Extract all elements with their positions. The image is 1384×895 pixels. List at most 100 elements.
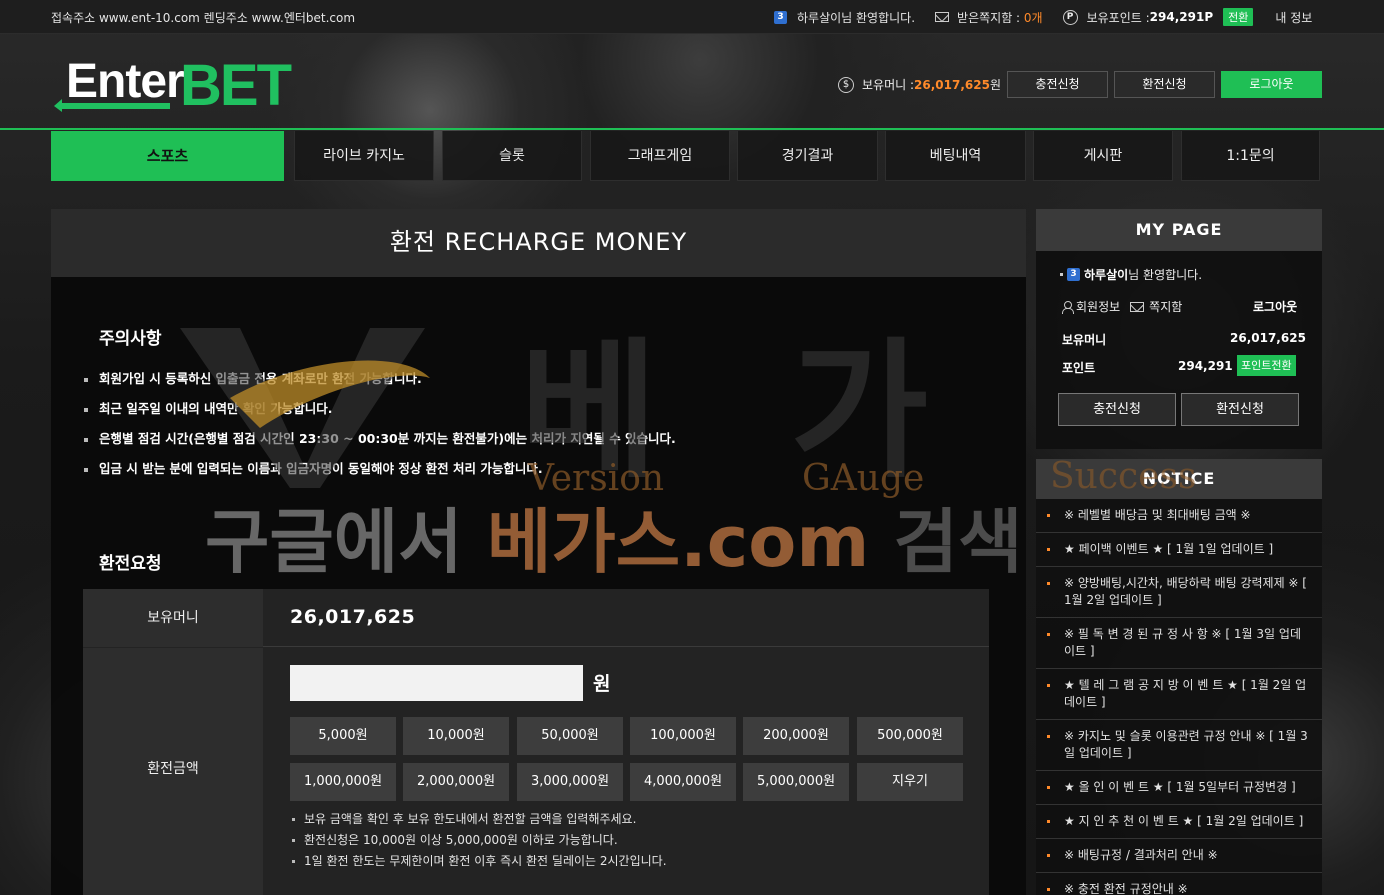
mypage-deposit-button[interactable]: 충전신청: [1058, 393, 1176, 426]
amount-chip-5000[interactable]: 5,000원: [290, 717, 396, 755]
mypage-links: 회원정보 쪽지함: [1062, 298, 1182, 315]
tab-results[interactable]: 경기결과: [737, 131, 878, 181]
top-greeting: 하루살이님 환영합니다.: [797, 10, 916, 25]
notice-item[interactable]: ★ 지 인 추 천 이 벤 트 ★ [ 1월 2일 업데이트 ]: [1036, 805, 1322, 839]
header-money-unit: 원: [989, 78, 1001, 92]
my-info-link[interactable]: 내 정보: [1275, 9, 1312, 26]
caution-item: 은행별 점검 시간(은행별 점검 시간인 23:30 ~ 00:30분 까지는 …: [84, 427, 676, 457]
tip-item: 1일 환전 한도는 무제한이며 환전 이후 즉시 환전 딜레이는 2시간입니다.: [290, 851, 667, 872]
notice-item[interactable]: ※ 레벨별 배당금 및 최대배팅 금액 ※: [1036, 499, 1322, 533]
notice-item[interactable]: ※ 충전 환전 규정안내 ※: [1036, 873, 1322, 895]
bullet-icon: [1060, 273, 1063, 276]
tab-sports[interactable]: 스포츠: [51, 131, 284, 181]
amount-chip-4000000[interactable]: 4,000,000원: [630, 763, 736, 801]
messages-link[interactable]: 쪽지함: [1149, 298, 1182, 315]
mypage-withdraw-button[interactable]: 환전신청: [1181, 393, 1299, 426]
amount-chip-50000[interactable]: 50,000원: [517, 717, 623, 755]
amount-label: 환전금액: [83, 648, 263, 895]
mail-icon: [935, 12, 950, 22]
sidebar: MY PAGE 3 하루살이 님 환영합니다. 회원정보 쪽지함 로그아웃 보유…: [1036, 209, 1322, 895]
balance-row: 보유머니 26,017,625: [83, 589, 989, 647]
page-title: 환전 RECHARGE MONEY: [51, 209, 1026, 277]
top-messages[interactable]: 받은쪽지함 : 0개: [957, 9, 1043, 26]
coin-icon: $: [838, 76, 854, 93]
caution-heading: 주의사항: [99, 329, 162, 349]
header-money-value: 26,017,625: [914, 77, 990, 92]
notice-item[interactable]: ※ 양방배팅,시간차, 배당하락 배팅 강력제제 ※ [ 1월 2일 업데이트 …: [1036, 567, 1322, 618]
site-address: 접속주소 www.ent-10.com 렌딩주소 www.엔터bet.com: [51, 11, 356, 25]
logo[interactable]: Enter BET: [52, 52, 292, 118]
notice-item[interactable]: ★ 올 인 이 벤 트 ★ [ 1월 5일부터 규정변경 ]: [1036, 771, 1322, 805]
tab-board[interactable]: 게시판: [1033, 131, 1173, 181]
messages-label: 받은쪽지함 :: [957, 10, 1024, 25]
balance-label: 보유머니: [83, 589, 263, 647]
tab-graph-game[interactable]: 그래프게임: [590, 131, 730, 181]
header-logout-button[interactable]: 로그아웃: [1221, 71, 1322, 98]
withdraw-panel: 환전 RECHARGE MONEY 주의사항 회원가입 시 등록하신 입출금 전…: [51, 209, 1026, 895]
notice-list: ※ 레벨별 배당금 및 최대배팅 금액 ※ ★ 페이백 이벤트 ★ [ 1월 1…: [1036, 499, 1322, 895]
mypage-money-value: 26,017,625: [1230, 331, 1306, 345]
mail-icon: [1130, 301, 1145, 312]
header-deposit-button[interactable]: 충전신청: [1007, 71, 1108, 98]
mypage-box: MY PAGE 3 하루살이 님 환영합니다. 회원정보 쪽지함 로그아웃 보유…: [1036, 209, 1322, 449]
header: Enter BET $ 보유머니 : 26,017,625 원 충전신청 환전신…: [0, 34, 1384, 130]
tab-inquiry[interactable]: 1:1문의: [1181, 131, 1320, 181]
amount-chip-3000000[interactable]: 3,000,000원: [517, 763, 623, 801]
mypage-username: 하루살이: [1084, 268, 1129, 282]
notice-item[interactable]: ※ 배팅규정 / 결과처리 안내 ※: [1036, 839, 1322, 873]
notice-item[interactable]: ※ 카지노 및 슬롯 이용관련 규정 안내 ※ [ 1월 3일 업데이트 ]: [1036, 720, 1322, 771]
header-withdraw-button[interactable]: 환전신청: [1114, 71, 1215, 98]
mypage-greeting-suffix: 님 환영합니다.: [1128, 268, 1203, 282]
mypage-title: MY PAGE: [1036, 209, 1322, 251]
notice-item[interactable]: ★ 텔 레 그 램 공 지 방 이 벤 트 ★ [ 1월 2일 업데이트 ]: [1036, 669, 1322, 720]
amount-unit: 원: [593, 673, 611, 695]
amount-input[interactable]: [290, 665, 583, 701]
caution-item: 최근 일주일 이내의 내역만 확인 가능합니다.: [84, 397, 676, 427]
level-badge-icon: 3: [774, 10, 787, 24]
amount-chip-1000000[interactable]: 1,000,000원: [290, 763, 396, 801]
user-icon: [1062, 300, 1074, 314]
withdraw-form: 보유머니 26,017,625 환전금액 원 5,000원 10,000원 50…: [83, 589, 989, 895]
caution-item: 회원가입 시 등록하신 입출금 전용 계좌로만 환전 가능합니다.: [84, 367, 676, 397]
notice-item[interactable]: ★ 페이백 이벤트 ★ [ 1월 1일 업데이트 ]: [1036, 533, 1322, 567]
caution-list: 회원가입 시 등록하신 입출금 전용 계좌로만 환전 가능합니다. 최근 일주일…: [84, 367, 676, 487]
withdraw-tips: 보유 금액을 확인 후 보유 한도내에서 환전할 금액을 입력해주세요. 환전신…: [290, 809, 667, 872]
notice-title: NOTICE: [1036, 459, 1322, 499]
amount-chip-10000[interactable]: 10,000원: [403, 717, 509, 755]
amount-chip-100000[interactable]: 100,000원: [630, 717, 736, 755]
level-badge-icon: 3: [1067, 268, 1080, 281]
amount-chip-500000[interactable]: 500,000원: [857, 717, 963, 755]
mypage-money-label: 보유머니: [1062, 333, 1107, 347]
amount-clear-button[interactable]: 지우기: [857, 763, 963, 801]
tip-item: 환전신청은 10,000원 이상 5,000,000원 이하로 가능합니다.: [290, 830, 667, 851]
mypage-points-label: 포인트: [1062, 361, 1096, 375]
mypage-greeting: 3 하루살이 님 환영합니다.: [1060, 266, 1202, 283]
mypage-logout-link[interactable]: 로그아웃: [1253, 298, 1297, 315]
top-bar: 접속주소 www.ent-10.com 렌딩주소 www.엔터bet.com 3…: [0, 0, 1384, 34]
notice-box: NOTICE ※ 레벨별 배당금 및 최대배팅 금액 ※ ★ 페이백 이벤트 ★…: [1036, 459, 1322, 895]
tab-live-casino[interactable]: 라이브 카지노: [294, 131, 434, 181]
point-icon: P: [1062, 9, 1078, 25]
tip-item: 보유 금액을 확인 후 보유 한도내에서 환전할 금액을 입력해주세요.: [290, 809, 667, 830]
top-points-label: 보유포인트 :: [1086, 10, 1150, 25]
notice-item[interactable]: ※ 필 독 변 경 된 규 정 사 항 ※ [ 1월 3일 업데이트 ]: [1036, 618, 1322, 669]
amount-chip-200000[interactable]: 200,000원: [743, 717, 849, 755]
amount-chip-5000000[interactable]: 5,000,000원: [743, 763, 849, 801]
member-info-link[interactable]: 회원정보: [1076, 298, 1120, 315]
header-money-label: 보유머니 :: [862, 78, 915, 92]
request-heading: 환전요청: [99, 554, 162, 574]
logo-bet-text: BET: [180, 53, 292, 118]
caution-item: 입금 시 받는 분에 입력되는 이름과 입금자명이 동일해야 정상 환전 처리 …: [84, 457, 676, 487]
amount-chip-2000000[interactable]: 2,000,000원: [403, 763, 509, 801]
point-convert-button[interactable]: 전환: [1223, 8, 1254, 26]
logo-arrow-icon: [54, 99, 170, 112]
top-user-area: 3 하루살이님 환영합니다. 받은쪽지함 : 0개 P 보유포인트 : 294,…: [774, 7, 1312, 27]
mypage-point-convert-button[interactable]: 포인트전환: [1237, 355, 1296, 376]
balance-value: 26,017,625: [290, 606, 416, 628]
top-points-value: 294,291P: [1149, 10, 1214, 24]
messages-count: 0개: [1023, 10, 1043, 25]
tab-slot[interactable]: 슬롯: [442, 131, 582, 181]
header-money: $ 보유머니 : 26,017,625 원: [838, 76, 1001, 93]
tab-bet-history[interactable]: 베팅내역: [885, 131, 1026, 181]
mypage-points-value: 294,291: [1178, 359, 1233, 373]
